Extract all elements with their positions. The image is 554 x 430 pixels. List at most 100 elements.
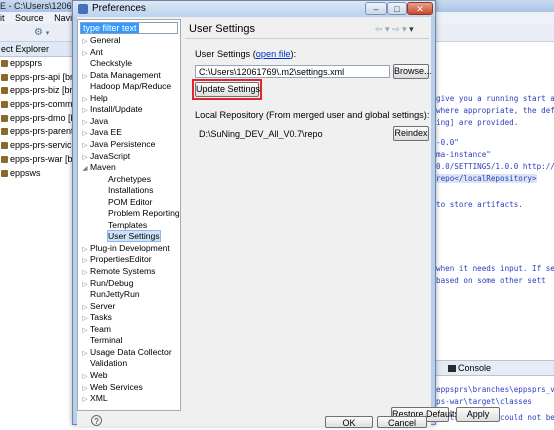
tree-item-label: RunJettyRun [90, 289, 140, 300]
view-menu-icon[interactable]: ▾ [409, 24, 414, 34]
tree-item-java-ee[interactable]: ▷ Java EE [80, 127, 123, 139]
tree-item-label: Run/Debug [90, 277, 134, 288]
menu-source[interactable]: Source [15, 13, 44, 23]
tree-item-label: General [90, 35, 121, 45]
tree-item-usage-data-collector[interactable]: ▷ Usage Data Collector [80, 347, 172, 359]
maximize-button[interactable]: □ [387, 2, 407, 15]
tree-item-java-persistence[interactable]: ▷ Java Persistence [80, 138, 156, 151]
tree-item-run-debug[interactable]: ▷ Run/Debug [80, 277, 134, 290]
tree-item-problem-reporting[interactable]: Problem Reporting [98, 208, 180, 220]
close-icon: ✕ [416, 4, 424, 14]
tree-item-general[interactable]: ▷ General [80, 35, 121, 47]
tree-item-terminal[interactable]: Terminal [80, 335, 122, 347]
tree-expander-icon[interactable]: ▷ [80, 394, 90, 406]
close-button[interactable]: ✕ [407, 2, 433, 15]
tree-item-hadoop-map-reduce[interactable]: Hadoop Map/Reduce [80, 81, 171, 93]
tree-item-label: Java Persistence [90, 138, 156, 149]
tree-item-propertieseditor[interactable]: ▷ PropertiesEditor [80, 254, 152, 266]
xml-editor[interactable]: give you a running start a where appropr… [434, 42, 554, 362]
minimize-button[interactable]: – [365, 2, 387, 15]
tree-expander-icon[interactable]: ◢ [80, 163, 90, 175]
project-icon [1, 114, 8, 122]
open-file-link[interactable]: open file [256, 49, 291, 59]
ok-button[interactable]: OK [325, 416, 373, 428]
tree-item-label: Ant [90, 46, 103, 57]
tree-item-label: JavaScript [90, 150, 131, 161]
tree-item-label: Data Management [90, 69, 161, 80]
tree-item-archetypes[interactable]: Archetypes [98, 174, 151, 186]
editor-line: give you a running start a [436, 94, 554, 103]
dialog-title: Preferences [92, 3, 146, 14]
tree-item-user-settings[interactable]: User Settings [98, 230, 161, 243]
tree-item-server[interactable]: ▷ Server [80, 300, 116, 313]
local-repository-label: Local Repository (From merged user and g… [195, 110, 430, 120]
cancel-button[interactable]: Cancel [377, 416, 427, 428]
user-settings-label: User Settings (open file): [195, 49, 297, 59]
tree-item-checkstyle[interactable]: Checkstyle [80, 58, 132, 70]
toolbar-gear-icon[interactable]: ⚙ [34, 27, 43, 38]
dialog-title-bar[interactable]: Preferences – □ ✕ [73, 1, 435, 17]
filter-input[interactable]: type filter text [80, 22, 178, 34]
toolbar-dropdown-icon[interactable]: ▾ [46, 30, 50, 37]
project-icon [1, 128, 8, 136]
menu-edit[interactable]: it [0, 13, 5, 23]
tree-item-help[interactable]: ▷ Help [80, 93, 108, 105]
tree-item-web-services[interactable]: ▷ Web Services [80, 382, 143, 394]
console-line: ps-war\target\classes [436, 397, 533, 406]
tree-item-label: Tasks [90, 312, 112, 323]
tree-item-label: Install/Update [90, 104, 143, 115]
tree-item-label: Server [90, 300, 116, 311]
tree-item-label: Usage Data Collector [90, 346, 172, 357]
editor-line-highlighted: repo</localRepository> [436, 174, 537, 183]
tree-item-install-update[interactable]: ▷ Install/Update [80, 104, 143, 116]
tree-item-validation[interactable]: Validation [80, 358, 127, 370]
tree-item-templates[interactable]: Templates [98, 220, 147, 232]
tree-item-plug-in-development[interactable]: ▷ Plug-in Development [80, 243, 170, 255]
project-icon [1, 101, 8, 109]
user-settings-path-field[interactable]: C:\Users\12061769\.m2\settings.xml [195, 65, 390, 78]
editor-line: when it needs input. If set [436, 264, 554, 273]
tree-item-label: Java EE [90, 127, 123, 138]
tree-item-label: Help [90, 92, 108, 103]
tree-item-label: Web [90, 369, 108, 380]
editor-line: where appropriate, the def [436, 106, 554, 115]
history-nav: ⇦ ▾ ⇨ ▾ ▾ [375, 24, 414, 35]
preferences-icon [78, 4, 88, 14]
tree-item-ant[interactable]: ▷ Ant [80, 47, 103, 59]
update-settings-button[interactable]: Update Settings [195, 82, 260, 97]
tree-item-team[interactable]: ▷ Team [80, 324, 112, 336]
tree-item-xml[interactable]: ▷ XML [80, 393, 108, 405]
tree-item-web[interactable]: ▷ Web [80, 370, 108, 382]
tree-item-installations[interactable]: Installations [98, 185, 153, 197]
tree-item-tasks[interactable]: ▷ Tasks [80, 312, 112, 324]
back-icon[interactable]: ⇦ ▾ [375, 24, 390, 34]
tree-item-javascript[interactable]: ▷ JavaScript [80, 150, 131, 163]
tree-item-label: Remote Systems [90, 266, 156, 276]
help-icon[interactable]: ? [91, 415, 102, 426]
tree-item-data-management[interactable]: ▷ Data Management [80, 70, 161, 82]
forward-icon[interactable]: ⇨ ▾ [392, 24, 407, 34]
browse-button[interactable]: Browse... [393, 64, 432, 79]
tree-item-remote-systems[interactable]: ▷ Remote Systems [80, 266, 156, 278]
tree-item-pom-editor[interactable]: POM Editor [98, 197, 152, 209]
tree-item-java[interactable]: ▷ Java [80, 116, 109, 128]
tree-item-maven[interactable]: ◢ Maven [80, 162, 116, 174]
preferences-tree: type filter text ▷ General ▷ Ant Checkstyle ▷… [77, 19, 181, 411]
filter-input-text: type filter text [81, 23, 139, 33]
project-icon [1, 142, 8, 150]
project-icon [1, 87, 8, 95]
console-icon [448, 365, 456, 372]
tree-item-label: Templates [108, 219, 148, 230]
project-icon [1, 169, 8, 177]
tree-item-label: Web Services [90, 381, 143, 392]
preferences-dialog: Preferences – □ ✕ type filter text ▷ Gene… [72, 0, 500, 428]
apply-button[interactable]: Apply [456, 407, 500, 422]
minimize-icon: – [373, 4, 379, 14]
tree-item-label: Plug-in Development [90, 242, 170, 253]
reindex-button[interactable]: Reindex [393, 126, 429, 141]
tree-item-label: XML [90, 393, 108, 404]
tree-item-label: Problem Reporting [108, 208, 180, 219]
console-tab[interactable]: Console [434, 361, 554, 376]
maximize-icon: □ [394, 4, 400, 14]
tree-item-runjettyrun[interactable]: RunJettyRun [80, 289, 140, 301]
